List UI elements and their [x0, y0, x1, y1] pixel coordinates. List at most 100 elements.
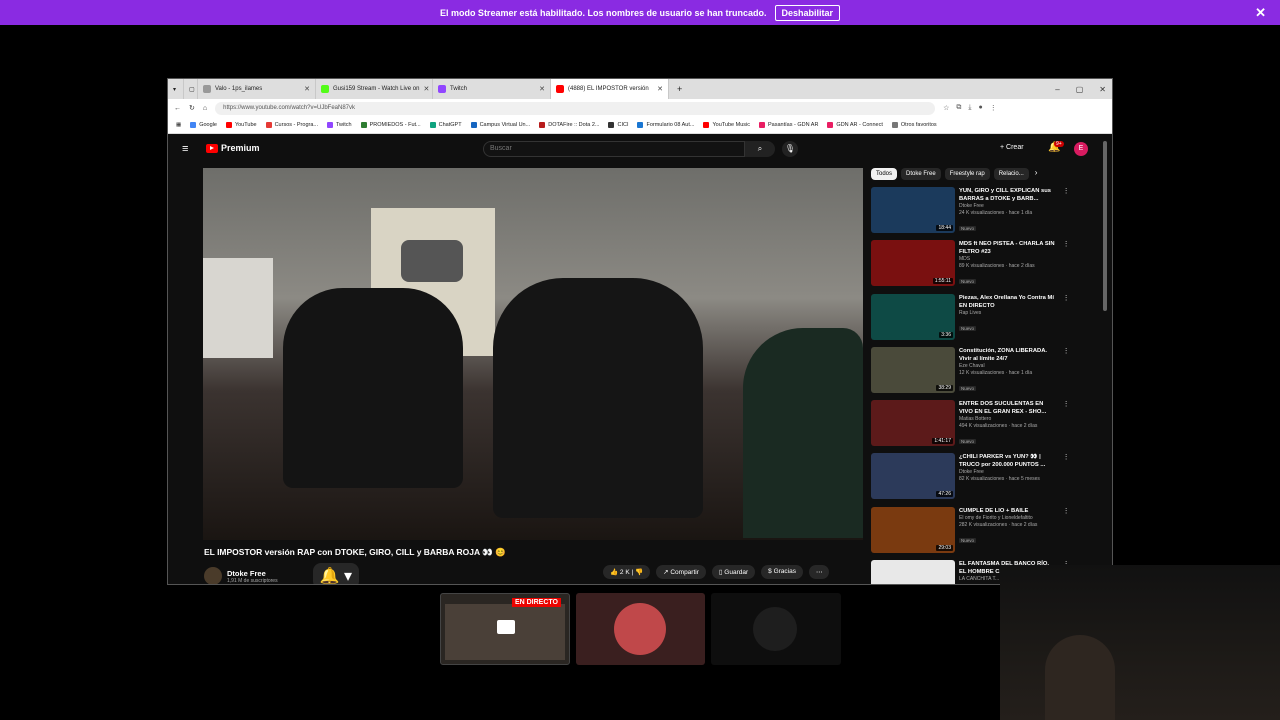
back-icon[interactable]: ←: [174, 105, 181, 112]
more-options-icon[interactable]: ⋮: [1061, 347, 1071, 400]
video-thumbnail[interactable]: 18:44: [871, 187, 955, 233]
share-button[interactable]: ↗ Compartir: [656, 565, 706, 579]
bookmark-item[interactable]: Cursos - Progra...: [265, 122, 318, 128]
video-title[interactable]: ENTRE DOS SUCULENTAS EN VIVO EN EL GRAN …: [959, 400, 1057, 416]
scrollbar[interactable]: [1103, 141, 1107, 311]
bookmark-item[interactable]: CICI: [608, 122, 628, 128]
video-thumbnail[interactable]: 1:55:11: [871, 240, 955, 287]
notifications-icon[interactable]: 🔔 9+: [1048, 141, 1064, 153]
video-player[interactable]: [203, 168, 863, 540]
channel-name[interactable]: Dtoke Free: [959, 469, 1057, 476]
channel-avatar[interactable]: [204, 567, 222, 584]
youtube-logo[interactable]: Premium: [206, 143, 260, 153]
tab-2[interactable]: Gusi159 Stream - Watch Live on ✕: [316, 79, 433, 99]
recommended-video[interactable]: 29:03 CUMPLE DE LIO + BAILE El omy de Fior…: [871, 506, 1071, 560]
star-icon[interactable]: ☆: [943, 104, 949, 112]
video-title[interactable]: YUN, GIRO y CILL EXPLICAN sus BARRAS a D…: [959, 187, 1057, 203]
more-options-icon[interactable]: ⋮: [1061, 294, 1071, 347]
channel-name[interactable]: Dtoke Free: [227, 569, 278, 578]
stream-tile-camera-off[interactable]: [711, 593, 841, 665]
extensions-icon[interactable]: ⧉: [956, 104, 961, 112]
video-title[interactable]: CUMPLE DE LIO + BAILE: [959, 507, 1057, 515]
close-tab-icon[interactable]: ✕: [657, 85, 663, 93]
bookmark-item[interactable]: Campus Virtual Un...: [470, 122, 530, 128]
home-icon[interactable]: ⌂: [203, 105, 207, 112]
bookmark-item[interactable]: DOTAFire :: Dota 2...: [539, 122, 599, 128]
bookmark-item[interactable]: GDN AR - Connect: [827, 122, 883, 128]
more-options-icon[interactable]: ⋮: [1061, 400, 1071, 453]
bookmark-item[interactable]: Twitch: [326, 122, 352, 128]
stream-tile-avatar[interactable]: [576, 593, 705, 665]
disable-streamer-button[interactable]: Deshabilitar: [774, 4, 841, 21]
chip-freestyle[interactable]: Freestyle rap: [944, 168, 990, 180]
video-title[interactable]: MDS ft NEO PISTEA - CHARLA SIN FILTRO #2…: [959, 240, 1057, 256]
more-actions-icon[interactable]: ⋯: [808, 565, 830, 579]
stream-tile-live[interactable]: EN DIRECTO: [440, 593, 570, 665]
tab-4[interactable]: (4888) EL IMPOSTOR versión ✕: [551, 79, 669, 99]
channel-name[interactable]: El omy de Fiorito y Lioneldefaltito: [959, 515, 1057, 522]
recommended-video[interactable]: 1:55:11 MDS ft NEO PISTEA - CHARLA SIN FI…: [871, 240, 1071, 293]
search-icon[interactable]: ⌕: [745, 141, 775, 157]
hamburger-menu-icon[interactable]: ≡: [182, 143, 188, 155]
bookmark-item[interactable]: ChatGPT: [429, 122, 462, 128]
video-thumbnail[interactable]: 47:26: [871, 453, 955, 500]
close-window-icon[interactable]: ✕: [1099, 85, 1106, 94]
reload-icon[interactable]: ↻: [189, 104, 195, 112]
thumbs-down-icon[interactable]: 👎: [635, 569, 643, 576]
search-input[interactable]: Buscar: [483, 141, 745, 157]
tab-overview-icon[interactable]: ▾: [168, 79, 184, 99]
bookmark-item[interactable]: Formulario 08 Aut...: [637, 122, 694, 128]
close-tab-icon[interactable]: ✕: [423, 85, 429, 93]
bookmark-item[interactable]: YouTube Music: [703, 122, 750, 128]
video-title[interactable]: Piezas, Alex Orellana Yo Contra Mí EN DI…: [959, 294, 1057, 310]
tab-1[interactable]: Valo - 1ps_ilames ✕: [198, 79, 316, 99]
microphone-icon[interactable]: 🎙: [782, 141, 798, 157]
minimize-icon[interactable]: –: [1055, 85, 1059, 94]
close-tab-icon[interactable]: ✕: [539, 85, 545, 93]
close-tab-icon[interactable]: ✕: [304, 85, 310, 93]
more-options-icon[interactable]: ⋮: [1061, 240, 1071, 293]
more-options-icon[interactable]: ⋮: [1061, 507, 1071, 560]
recommended-video[interactable]: 38:29 Constitución, ZONA LIBERADA. Vivir …: [871, 346, 1071, 400]
recommended-video[interactable]: 1:41:17 ENTRE DOS SUCULENTAS EN VIVO EN E…: [871, 400, 1071, 453]
video-title[interactable]: ¿CHILI PARKER vs YUN? 👀 | TRUCO por 200.…: [959, 453, 1057, 469]
video-title[interactable]: Constitución, ZONA LIBERADA. Vivir al lí…: [959, 347, 1057, 363]
download-icon[interactable]: ⤓: [968, 104, 971, 112]
maximize-icon[interactable]: ▢: [1076, 85, 1084, 94]
url-input[interactable]: https://www.youtube.com/watch?v=UJbFeaN8…: [215, 101, 936, 115]
recommended-video[interactable]: 18:44 YUN, GIRO y CILL EXPLICAN sus BARRA…: [871, 187, 1071, 240]
bookmark-item[interactable]: YouTube: [225, 122, 257, 128]
channel-name[interactable]: Dtoke Free: [959, 203, 1057, 210]
bookmark-item[interactable]: Google: [190, 122, 217, 128]
more-options-icon[interactable]: ⋮: [1061, 187, 1071, 240]
new-tab-icon[interactable]: +: [669, 84, 690, 94]
chip-related[interactable]: Relacio...: [993, 168, 1029, 180]
close-icon[interactable]: ✕: [1255, 5, 1266, 21]
video-thumbnail[interactable]: [871, 560, 955, 584]
channel-name[interactable]: Matias Bottero: [959, 416, 1057, 423]
more-options-icon[interactable]: ⋮: [1061, 453, 1071, 506]
video-thumbnail[interactable]: 1:41:17: [871, 400, 955, 447]
thanks-button[interactable]: $ Gracias: [761, 565, 803, 579]
tab-groups-icon[interactable]: ▢: [184, 79, 198, 99]
recommended-video[interactable]: 47:26 ¿CHILI PARKER vs YUN? 👀 | TRUCO por…: [871, 453, 1071, 506]
channel-name[interactable]: MDS: [959, 256, 1057, 263]
video-thumbnail[interactable]: 3:36: [871, 293, 955, 340]
chevron-right-icon[interactable]: ›: [1033, 168, 1038, 180]
subscribe-bell-button[interactable]: 🔔 ▾: [312, 563, 359, 584]
chip-all[interactable]: Todos: [871, 168, 898, 180]
channel-name[interactable]: Eze Chaval: [959, 363, 1057, 370]
bookmark-item[interactable]: Otros favoritos: [891, 122, 937, 128]
avatar[interactable]: E: [1074, 142, 1088, 156]
bookmark-item[interactable]: PROMIEDOS - Fut...: [360, 122, 421, 128]
save-button[interactable]: ▯ Guardar: [711, 565, 756, 579]
create-button[interactable]: + Crear: [1000, 144, 1024, 151]
video-thumbnail[interactable]: 29:03: [871, 506, 955, 553]
apps-icon[interactable]: ▦: [176, 122, 181, 128]
chip-channel[interactable]: Dtoke Free: [901, 168, 941, 180]
profile-icon[interactable]: ●: [979, 104, 983, 112]
menu-icon[interactable]: ⋮: [990, 104, 997, 112]
tab-3[interactable]: Twitch ✕: [433, 79, 551, 99]
like-button[interactable]: 👍 2 K | 👎: [603, 565, 651, 579]
video-thumbnail[interactable]: 38:29: [871, 346, 955, 393]
